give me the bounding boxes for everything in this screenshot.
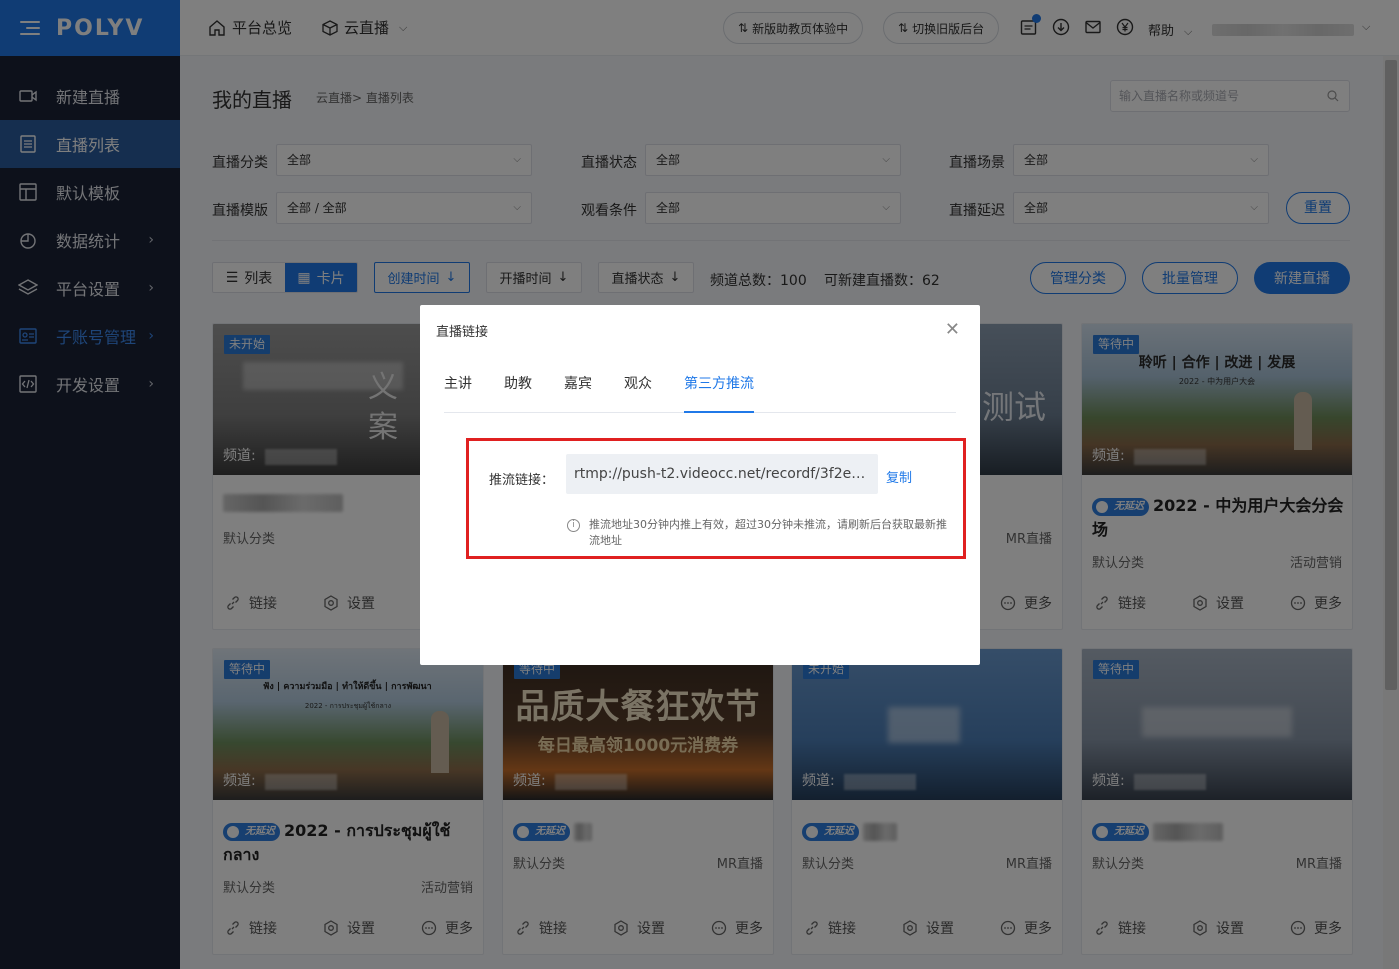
tab-presenter[interactable]: 主讲 — [444, 373, 472, 413]
copy-button[interactable]: 复制 — [886, 467, 912, 486]
live-link-dialog: 直播链接 ✕ 主讲 助教 嘉宾 观众 第三方推流 推流链接： rtmp://pu… — [420, 305, 980, 665]
dialog-tabs: 主讲 助教 嘉宾 观众 第三方推流 — [444, 373, 956, 413]
push-url-field[interactable]: rtmp://push-t2.videocc.net/recordf/3f2e7… — [566, 454, 878, 494]
push-url-tip: i 推流地址30分钟内推上有效，超过30分钟未推流，请刷新后台获取最新推流地址 — [567, 517, 957, 549]
tab-assistant[interactable]: 助教 — [504, 373, 532, 413]
info-icon: i — [567, 519, 580, 532]
tab-guest[interactable]: 嘉宾 — [564, 373, 592, 413]
tab-third-party-push[interactable]: 第三方推流 — [684, 373, 754, 413]
push-url-label: 推流链接： — [489, 473, 555, 488]
push-url-highlight: 推流链接： rtmp://push-t2.videocc.net/recordf… — [466, 438, 966, 559]
tab-audience[interactable]: 观众 — [624, 373, 652, 413]
tip-text: 推流地址30分钟内推上有效，超过30分钟未推流，请刷新后台获取最新推流地址 — [589, 518, 947, 547]
dialog-title: 直播链接 — [436, 325, 489, 340]
close-icon[interactable]: ✕ — [945, 319, 960, 340]
